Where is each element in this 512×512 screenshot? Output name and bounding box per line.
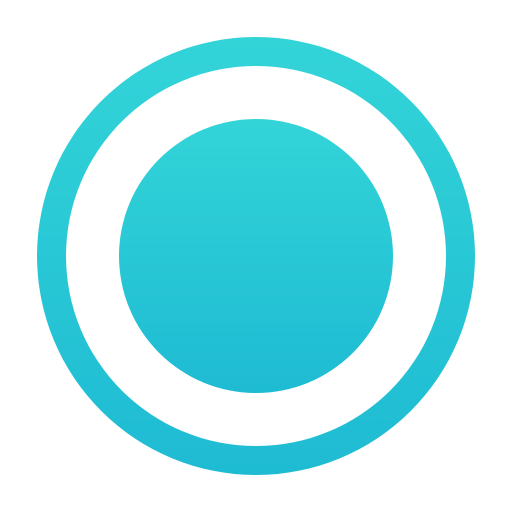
record-icon [37,37,475,475]
icon-canvas [0,0,512,512]
inner-dot [119,119,393,393]
